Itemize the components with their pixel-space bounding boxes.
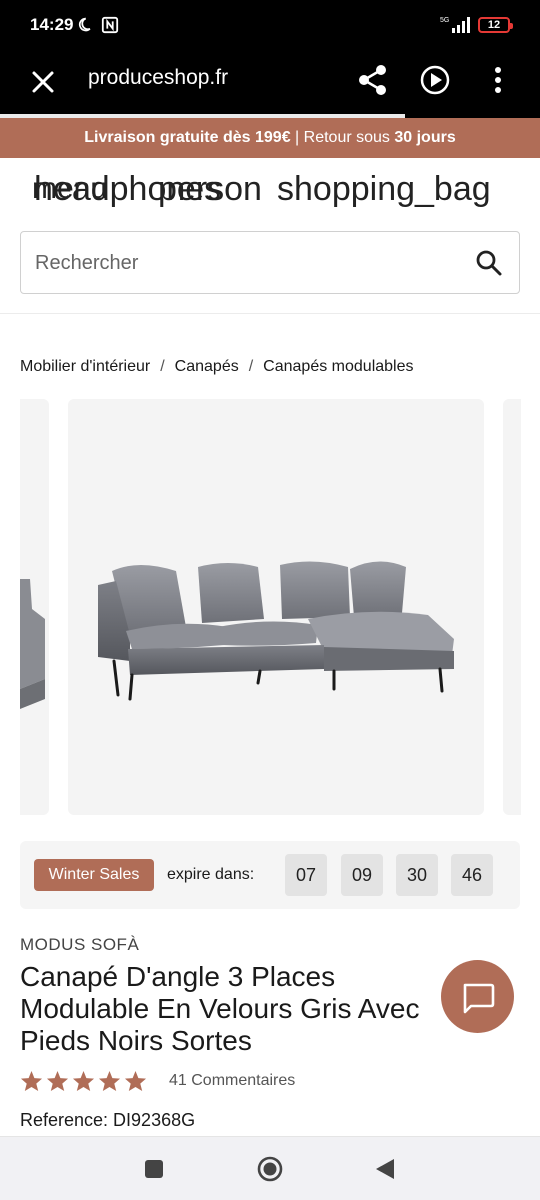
chat-icon [463, 983, 495, 1014]
status-right: 5G 12 [440, 16, 513, 34]
status-icons [78, 16, 119, 34]
star-icon [72, 1070, 95, 1092]
status-time: 14:29 [30, 15, 74, 34]
gallery-prev-image[interactable] [20, 399, 49, 815]
product-rating[interactable]: 41 Commentaires [20, 1070, 295, 1092]
promo-days: 30 jours [394, 129, 456, 146]
shopping-bag-icon[interactable]: shopping_bag [277, 170, 491, 209]
back-icon[interactable] [374, 1157, 396, 1181]
promo-text-2: Retour sous [303, 129, 395, 146]
breadcrumb-item-canapes[interactable]: Canapés [175, 358, 239, 376]
recent-apps-icon[interactable] [144, 1159, 164, 1179]
sale-countdown: Winter Sales expire dans: 07 09 30 46 [20, 841, 520, 909]
search-icon[interactable] [475, 249, 503, 277]
promo-separator: | [290, 129, 304, 146]
product-title: Canapé D'angle 3 Places Modulable En Vel… [20, 961, 420, 1056]
gallery-next-image[interactable] [503, 399, 521, 815]
product-reference: Reference: DI92368G [20, 1110, 196, 1130]
star-icon [124, 1070, 147, 1092]
person-icon[interactable]: person [158, 170, 262, 209]
chat-button[interactable] [441, 960, 514, 1033]
site-header: menu headphones person shopping_bag [32, 170, 532, 218]
moon-icon [78, 17, 91, 32]
signal-label: 5G [440, 17, 449, 24]
close-icon[interactable] [26, 65, 60, 99]
nfc-icon [101, 16, 119, 34]
sale-badge: Winter Sales [34, 859, 154, 891]
star-icon [46, 1070, 69, 1092]
countdown-seconds: 46 [451, 854, 493, 896]
product-image[interactable] [68, 399, 484, 815]
promo-amount: 199€ [255, 129, 291, 146]
play-circle-icon[interactable] [418, 63, 452, 97]
search-box [20, 231, 520, 294]
system-nav-bar [0, 1137, 540, 1200]
breadcrumb-item-mobilier[interactable]: Mobilier d'intérieur [20, 358, 150, 376]
countdown-hours: 09 [341, 854, 383, 896]
status-bar: 14:29 5G 12 [0, 0, 540, 52]
header-divider [0, 313, 540, 314]
search-input[interactable] [35, 248, 455, 278]
promo-text-1: Livraison gratuite dès [84, 129, 255, 146]
countdown-days: 07 [285, 854, 327, 896]
home-icon[interactable] [257, 1156, 283, 1182]
breadcrumb-separator: / [160, 358, 165, 375]
breadcrumb-item-canapes-modulables[interactable]: Canapés modulables [263, 358, 413, 376]
signal-icon: 5G [440, 17, 470, 33]
star-icon [20, 1070, 43, 1092]
product-brand[interactable]: MODUS SOFÀ [20, 935, 139, 955]
browser-toolbar: produceshop.fr [0, 52, 540, 114]
countdown-minutes: 30 [396, 854, 438, 896]
share-icon[interactable] [356, 63, 390, 97]
browser-url[interactable]: produceshop.fr [88, 66, 228, 90]
promo-banner: Livraison gratuite dès 199€ | Retour sou… [0, 118, 540, 158]
sofa-image [98, 561, 454, 701]
more-vert-icon[interactable] [486, 63, 510, 97]
star-icon [98, 1070, 121, 1092]
breadcrumb-separator: / [248, 358, 254, 375]
review-count[interactable]: 41 Commentaires [169, 1072, 295, 1090]
sofa-partial-image [20, 579, 45, 709]
battery-icon: 12 [478, 17, 513, 33]
countdown-label: expire dans: [167, 866, 255, 883]
breadcrumb: Mobilier d'intérieur / Canapés / Canapés… [20, 358, 414, 376]
rating-stars [20, 1070, 147, 1092]
